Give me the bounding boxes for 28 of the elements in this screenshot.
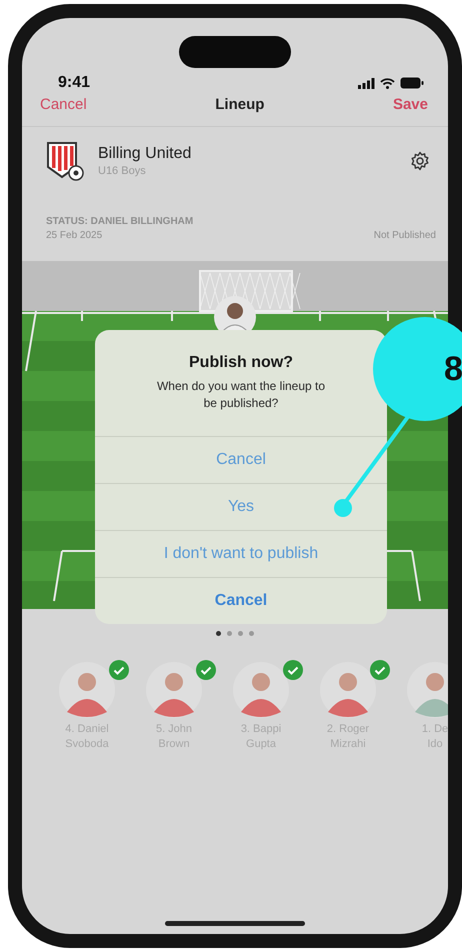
battery-icon bbox=[400, 77, 424, 89]
status-label: STATUS: DANIEL BILLINGHAM bbox=[46, 215, 194, 229]
page-dot[interactable] bbox=[238, 631, 243, 636]
player-avatar bbox=[233, 662, 289, 718]
page-dot[interactable] bbox=[216, 631, 221, 636]
dialog-button[interactable]: I don't want to publish bbox=[95, 530, 387, 577]
dialog-title: Publish now? bbox=[189, 353, 293, 373]
team-crest-icon bbox=[46, 141, 84, 181]
publish-state: Not Published bbox=[374, 229, 436, 243]
team-name: Billing United bbox=[98, 145, 192, 163]
save-link[interactable]: Save bbox=[392, 96, 428, 112]
player-avatar bbox=[59, 662, 115, 718]
page-dot[interactable] bbox=[227, 631, 232, 636]
status-time: 9:41 bbox=[58, 74, 90, 92]
page-dot[interactable] bbox=[249, 631, 254, 636]
signal-icon bbox=[358, 78, 375, 88]
wifi-icon bbox=[380, 78, 395, 88]
screen-title: Lineup bbox=[215, 96, 264, 112]
settings-icon[interactable] bbox=[410, 151, 430, 171]
player-avatar bbox=[320, 662, 376, 718]
dialog-button[interactable]: Cancel bbox=[95, 577, 387, 624]
team-category: U16 Boys bbox=[98, 165, 147, 177]
player-avatar bbox=[146, 662, 202, 718]
dialog-message: When do you want the lineup to be published? bbox=[156, 378, 326, 412]
status-date: 25 Feb 2025 bbox=[46, 229, 104, 243]
cancel-link[interactable]: Cancel bbox=[40, 96, 87, 112]
dialog-button[interactable]: Cancel bbox=[95, 436, 387, 483]
callout-number: 8 bbox=[444, 350, 462, 388]
